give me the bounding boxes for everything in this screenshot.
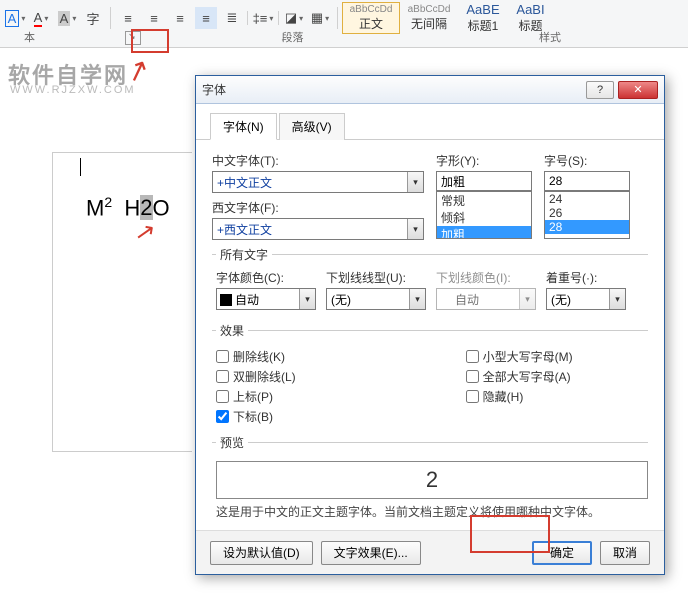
hidden-check[interactable]: 隐藏(H) bbox=[466, 388, 573, 405]
dialog-titlebar[interactable]: 字体 ? ✕ bbox=[196, 76, 664, 104]
cjk-font-combo[interactable]: +中文正文 bbox=[212, 171, 424, 193]
ribbon-group-para: 段落 bbox=[282, 32, 304, 44]
list-item[interactable]: 常规 bbox=[437, 192, 531, 209]
align-center-icon[interactable]: ≡ bbox=[143, 7, 165, 29]
set-default-button[interactable]: 设为默认值(D) bbox=[210, 541, 313, 565]
document-text[interactable]: M2 H2O bbox=[86, 194, 170, 221]
chevron-down-icon[interactable] bbox=[407, 219, 423, 239]
chevron-down-icon[interactable] bbox=[407, 172, 423, 192]
align-right-icon[interactable]: ≡ bbox=[169, 7, 191, 29]
tab-advanced[interactable]: 高级(V) bbox=[279, 113, 345, 140]
color-label: 字体颜色(C): bbox=[216, 269, 316, 286]
distribute-icon[interactable]: ≣ bbox=[221, 7, 243, 29]
size-input[interactable]: 28 bbox=[544, 171, 630, 191]
font-color-combo[interactable]: 自动 bbox=[216, 288, 316, 310]
cursor-indicator bbox=[80, 158, 81, 176]
cancel-button[interactable]: 取消 bbox=[600, 541, 650, 565]
smallcaps-check[interactable]: 小型大写字母(M) bbox=[466, 348, 573, 365]
chevron-down-icon[interactable] bbox=[299, 289, 315, 309]
font-color-icon[interactable]: A bbox=[30, 7, 52, 29]
latin-label: 西文字体(F): bbox=[212, 199, 424, 216]
list-item[interactable]: 倾斜 bbox=[437, 209, 531, 226]
super-check[interactable]: 上标(P) bbox=[216, 388, 296, 405]
ucolor-label: 下划线颜色(I): bbox=[436, 269, 536, 286]
style-list[interactable]: 常规 倾斜 加粗 bbox=[436, 191, 532, 239]
list-item[interactable]: 24 bbox=[545, 192, 629, 206]
style-input[interactable]: 加粗 bbox=[436, 171, 532, 191]
preview-legend: 预览 bbox=[216, 434, 248, 451]
allcaps-check[interactable]: 全部大写字母(A) bbox=[466, 368, 573, 385]
style-label: 字形(Y): bbox=[436, 152, 532, 169]
preview-note: 这是用于中文的正文主题字体。当前文档主题定义将使用哪种中文字体。 bbox=[216, 503, 648, 520]
strike-check[interactable]: 删除线(K) bbox=[216, 348, 296, 365]
chevron-down-icon[interactable] bbox=[409, 289, 425, 309]
borders-icon[interactable]: ▦ bbox=[309, 7, 331, 29]
ok-button[interactable]: 确定 bbox=[532, 541, 592, 565]
cjk-label: 中文字体(T): bbox=[212, 152, 424, 169]
list-item[interactable]: 28 bbox=[545, 220, 629, 234]
dialog-title: 字体 bbox=[202, 81, 582, 98]
tab-font[interactable]: 字体(N) bbox=[210, 113, 277, 140]
help-button[interactable]: ? bbox=[586, 81, 614, 99]
underline-color-combo: 自动 bbox=[436, 288, 536, 310]
uline-label: 下划线线型(U): bbox=[326, 269, 426, 286]
emphasis-combo[interactable]: (无) bbox=[546, 288, 626, 310]
dstrike-check[interactable]: 双删除线(L) bbox=[216, 368, 296, 385]
preview-text: 2 bbox=[426, 467, 438, 493]
line-spacing-icon[interactable]: ‡≡ bbox=[252, 7, 274, 29]
size-label: 字号(S): bbox=[544, 152, 630, 169]
sub-check[interactable]: 下标(B) bbox=[216, 408, 296, 425]
latin-font-combo[interactable]: +西文正文 bbox=[212, 218, 424, 240]
align-left-icon[interactable]: ≡ bbox=[117, 7, 139, 29]
emph-label: 着重号(·): bbox=[546, 269, 626, 286]
alltext-legend: 所有文字 bbox=[216, 246, 272, 263]
shading-icon[interactable]: ◪ bbox=[283, 7, 305, 29]
font-dialog-launcher[interactable] bbox=[125, 31, 141, 45]
list-item[interactable]: 26 bbox=[545, 206, 629, 220]
chevron-down-icon[interactable] bbox=[609, 289, 625, 309]
text-effects-button[interactable]: 文字效果(E)... bbox=[321, 541, 421, 565]
char-border-icon[interactable]: A bbox=[4, 7, 26, 29]
list-item[interactable]: 加粗 bbox=[437, 226, 531, 239]
char-shading-icon[interactable]: 字 bbox=[82, 7, 104, 29]
preview-box: 2 bbox=[216, 461, 648, 499]
align-justify-icon[interactable]: ≡ bbox=[195, 7, 217, 29]
ribbon: A A A 字 ≡ ≡ ≡ ≡ ≣ ‡≡ ◪ ▦ aBbCcDd正文 aBbCc… bbox=[0, 0, 688, 48]
underline-style-combo[interactable]: (无) bbox=[326, 288, 426, 310]
highlight-icon[interactable]: A bbox=[56, 7, 78, 29]
size-list[interactable]: 24 26 28 bbox=[544, 191, 630, 239]
style-nospacing[interactable]: aBbCcDd无间隔 bbox=[400, 4, 458, 32]
ribbon-group-font: 本 bbox=[24, 32, 35, 44]
watermark-url: WWW.RJZXW.COM bbox=[10, 84, 136, 96]
font-dialog: 字体 ? ✕ 字体(N) 高级(V) 中文字体(T): +中文正文 西文字体(F… bbox=[195, 75, 665, 575]
ribbon-group-styles: 样式 bbox=[539, 32, 561, 44]
chevron-down-icon bbox=[519, 289, 535, 309]
effects-legend: 效果 bbox=[216, 322, 248, 339]
close-button[interactable]: ✕ bbox=[618, 81, 658, 99]
